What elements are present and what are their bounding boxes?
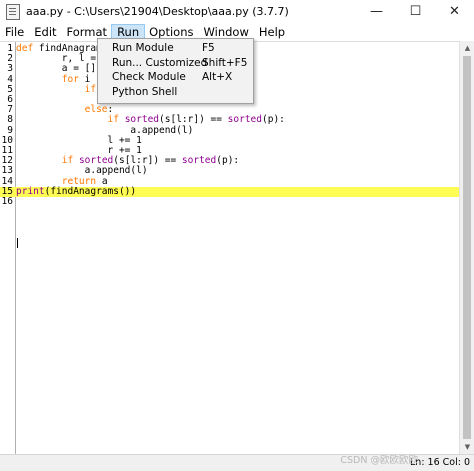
run-menu-item-python-shell[interactable]: Python Shell [98, 85, 253, 100]
menu-file[interactable]: File [0, 25, 29, 39]
menu-help[interactable]: Help [254, 25, 290, 39]
code-line[interactable]: 16 [0, 196, 459, 207]
cursor-position: Ln: 16 Col: 0 [410, 457, 470, 468]
menu-item-label: Run... Customized [112, 56, 208, 69]
vertical-scrollbar[interactable]: ▲ ▼ [459, 41, 474, 454]
menu-options[interactable]: Options [144, 25, 198, 39]
line-number: 16 [1, 196, 13, 207]
window-controls: — ☐ ✕ [357, 0, 474, 23]
code-text: print(findAnagrams()) [16, 185, 137, 197]
window-title: aaa.py - C:\Users\21904\Desktop\aaa.py (… [26, 5, 289, 18]
minimize-button[interactable]: — [357, 0, 396, 23]
menu-edit[interactable]: Edit [29, 25, 61, 39]
scroll-up-icon[interactable]: ▲ [460, 41, 474, 55]
scroll-down-icon[interactable]: ▼ [460, 440, 474, 454]
menu-window[interactable]: Window [199, 25, 254, 39]
menu-item-shortcut: Alt+X [202, 71, 233, 83]
text-cursor [17, 238, 18, 248]
python-file-icon [6, 3, 20, 20]
menu-item-shortcut: Shift+F5 [202, 56, 248, 69]
code-line[interactable]: 15 print(findAnagrams()) [0, 185, 459, 197]
menu-item-label: Check Module [112, 71, 186, 83]
run-menu-item-run-module[interactable]: Run Module F5 [98, 41, 253, 56]
menu-item-label: Python Shell [112, 85, 178, 98]
title-bar: aaa.py - C:\Users\21904\Desktop\aaa.py (… [0, 0, 474, 23]
scrollbar-thumb[interactable] [463, 56, 471, 439]
maximize-button[interactable]: ☐ [396, 0, 435, 23]
close-button[interactable]: ✕ [435, 0, 474, 23]
menu-item-shortcut: F5 [202, 42, 215, 54]
run-menu-dropdown: Run Module F5 Run... Customized Shift+F5… [97, 38, 254, 104]
menu-run[interactable]: Run [111, 24, 146, 40]
watermark: CSDN @欧欧欧欧 [340, 455, 418, 466]
menu-item-label: Run Module [112, 42, 174, 54]
run-menu-item-check-module[interactable]: Check Module Alt+X [98, 70, 253, 85]
run-menu-item-run-customized[interactable]: Run... Customized Shift+F5 [98, 56, 253, 71]
menu-format[interactable]: Format [62, 25, 113, 39]
